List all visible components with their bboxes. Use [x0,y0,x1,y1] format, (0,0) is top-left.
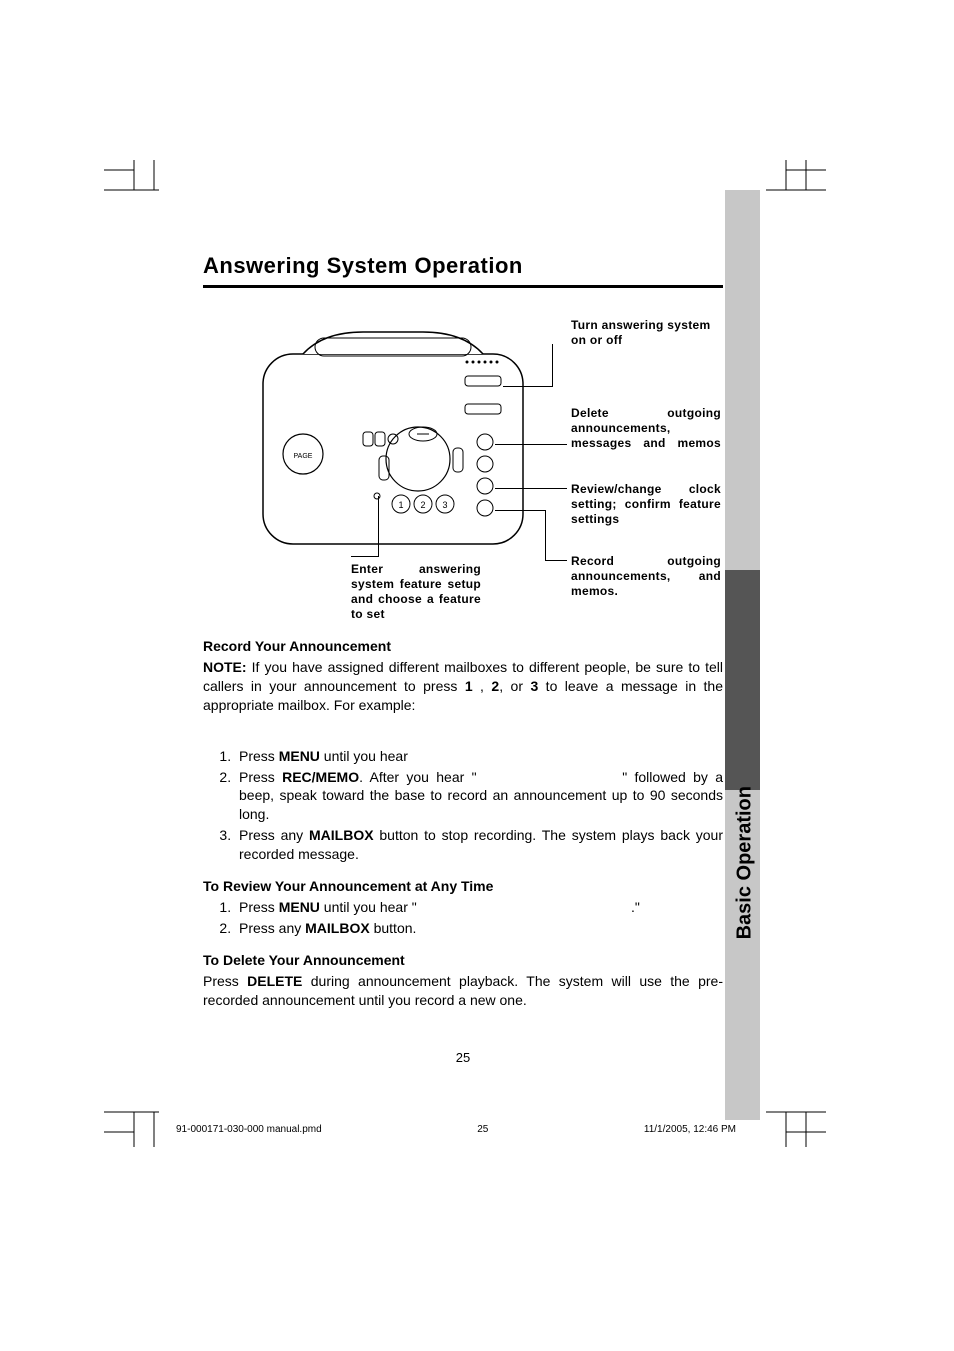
svg-text:PAGE: PAGE [294,453,313,460]
footer-filename: 91-000171-030-000 manual.pmd [176,1124,322,1135]
leader-line [545,560,567,561]
callout-delete: Delete outgoing announcements, messages … [571,406,721,451]
text: Press any [239,827,309,843]
heading-review: To Review Your Announcement at Any Time [203,878,723,894]
side-tab-label: Basic Operation [733,786,756,939]
delete-key: DELETE [247,973,302,989]
callout-record: Record outgoing announcements, and memos… [571,554,721,599]
crop-mark-bottom-right [766,1102,836,1162]
text: ." [631,899,640,915]
record-step-2: Press REC/MEMO. After you hear "Record a… [235,768,723,825]
leader-line [378,496,379,556]
digit-1: 1 [465,678,473,694]
footer-page: 25 [477,1124,488,1135]
menu-key: MENU [279,748,320,764]
svg-text:3: 3 [442,500,447,510]
leader-line [552,344,553,386]
mailbox-key: MAILBOX [309,827,374,843]
content-column: Answering System Operation PAGE [203,253,723,1065]
page-title: Answering System Operation [203,253,723,279]
page: Basic Operation Answering System Operati… [0,0,954,1351]
note-paragraph: NOTE: If you have assigned different mai… [203,658,723,715]
text: button. [370,920,417,936]
text: until you hear " [320,899,417,915]
text: until you hear [320,748,412,764]
text: Press any [239,920,305,936]
callout-review: Review/change clock setting; confirm fea… [571,482,721,527]
leader-line [495,510,545,511]
leader-line [545,510,546,560]
crop-mark-top-left [104,160,164,220]
crop-mark-top-right [766,160,836,220]
svg-text:1: 1 [398,500,403,510]
text: . After you hear " [359,769,476,785]
side-tab-block [725,570,760,790]
crop-mark-bottom-left [104,1102,164,1162]
page-number: 25 [203,1050,723,1065]
text: Press [239,748,279,764]
leader-line [495,488,567,489]
record-step-1: Press MENU until you hear "Announcement.… [235,747,723,766]
footer-timestamp: 11/1/2005, 12:46 PM [644,1124,736,1135]
review-steps: Press MENU until you hear "To Play annou… [203,898,723,938]
heading-record-announcement: Record Your Announcement [203,638,723,654]
leader-line [495,444,567,445]
record-steps: Press MENU until you hear "Announcement.… [203,747,723,864]
leader-line [503,386,553,387]
digit-2: 2 [491,678,499,694]
text: Press [203,973,247,989]
delete-body: Press DELETE during announcement playbac… [203,972,723,1010]
review-step-1: Press MENU until you hear "To Play annou… [235,898,723,917]
menu-key: MENU [279,899,320,915]
callout-on-off: Turn answering system on or off [571,318,716,348]
svg-text:2: 2 [420,500,425,510]
callout-menu: Enter answering system feature setup and… [351,562,481,622]
rec-memo-key: REC/MEMO [282,769,359,785]
voice-prompt: To Play announcement, press play [417,899,631,915]
device-diagram: PAGE 1 2 3 [203,306,723,626]
voice-prompt: Record after the beep [477,769,623,785]
heading-delete: To Delete Your Announcement [203,952,723,968]
text: Press [239,769,282,785]
title-rule [203,285,723,288]
review-step-2: Press any MAILBOX button. [235,919,723,938]
note-label: NOTE: [203,659,247,675]
mailbox-key: MAILBOX [305,920,370,936]
leader-line [351,556,379,557]
phone-base-illustration: PAGE 1 2 3 [253,324,533,554]
record-step-3: Press any MAILBOX button to stop recordi… [235,826,723,864]
text: Press [239,899,279,915]
footer: 91-000171-030-000 manual.pmd 25 11/1/200… [176,1124,736,1135]
